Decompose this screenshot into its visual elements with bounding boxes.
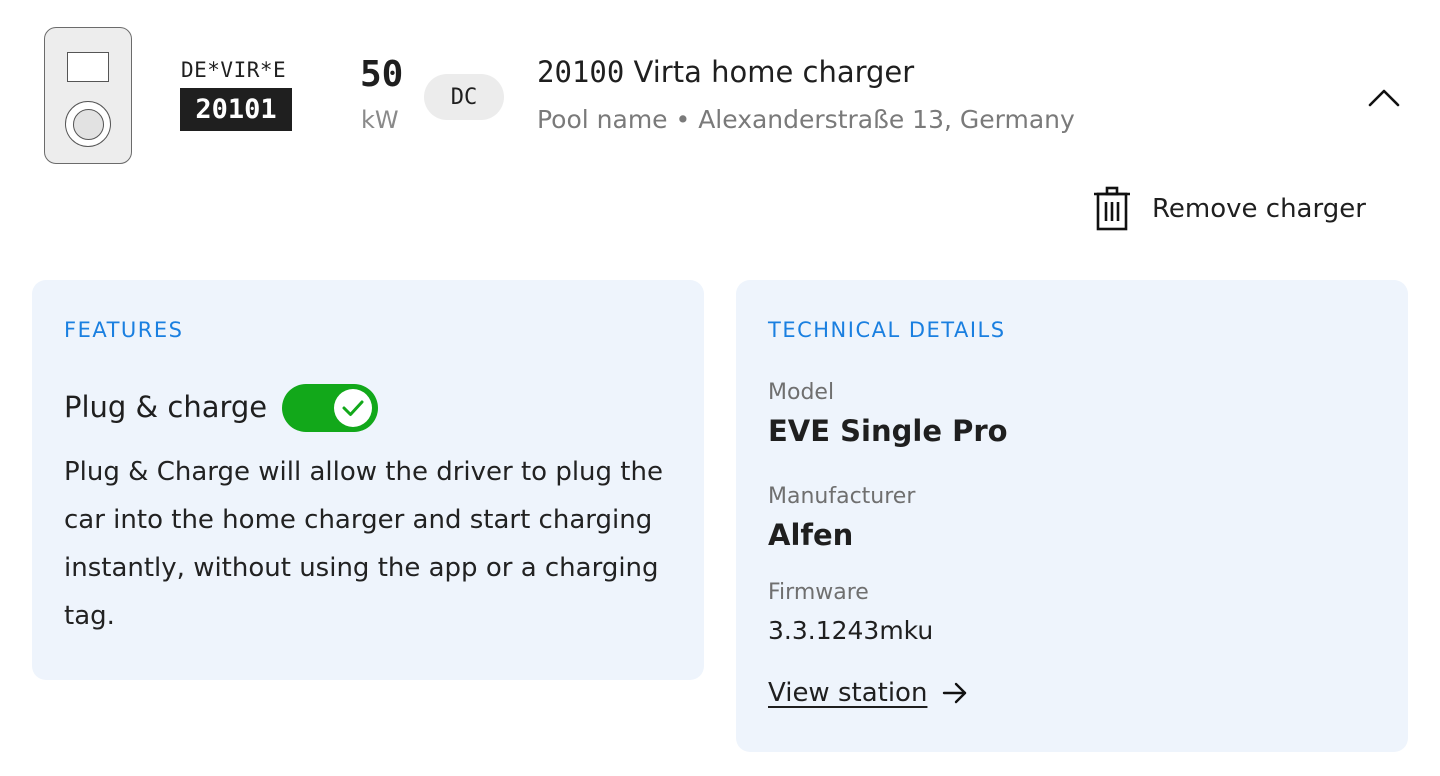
chevron-up-icon — [1368, 89, 1400, 107]
power-unit: kW — [361, 106, 399, 134]
view-station-label: View station — [768, 678, 928, 708]
power-value: 50 — [360, 54, 404, 95]
features-card: FEATURES Plug & charge Plug & Charge wil… — [32, 280, 704, 680]
manufacturer-value: Alfen — [768, 518, 854, 552]
current-type-chip: DC — [424, 74, 504, 120]
arrow-right-icon — [943, 682, 967, 704]
model-value: EVE Single Pro — [768, 414, 1008, 448]
remove-charger-label: Remove charger — [1152, 194, 1366, 224]
technical-details-heading: TECHNICAL DETAILS — [768, 318, 1006, 342]
toggle-knob — [334, 389, 372, 427]
charger-location: Pool name • Alexanderstraße 13, Germany — [537, 105, 1075, 134]
charger-screen — [67, 52, 109, 82]
charger-title-id: 20100 — [537, 55, 625, 89]
technical-details-card: TECHNICAL DETAILS Model EVE Single Pro M… — [736, 280, 1408, 752]
features-heading: FEATURES — [64, 318, 184, 342]
plug-and-charge-label: Plug & charge — [64, 390, 268, 424]
plug-and-charge-description: Plug & Charge will allow the driver to p… — [64, 457, 663, 631]
charger-title-name: Virta home charger — [633, 55, 915, 89]
evse-number-badge: 20101 — [180, 88, 292, 131]
firmware-value: 3.3.1243mku — [768, 616, 934, 645]
model-label: Model — [768, 380, 835, 405]
charger-title: 20100 Virta home charger — [537, 55, 914, 89]
checkmark-icon — [342, 400, 364, 416]
trash-icon — [1094, 186, 1130, 231]
charger-header: DE*VIR*E 20101 50 kW DC 20100 Virta home… — [0, 0, 1440, 180]
view-station-link[interactable]: View station — [768, 678, 969, 708]
plug-and-charge-toggle[interactable] — [282, 384, 378, 432]
firmware-label: Firmware — [768, 580, 869, 605]
evse-prefix: DE*VIR*E — [181, 58, 287, 82]
collapse-button[interactable] — [1364, 78, 1404, 114]
manufacturer-label: Manufacturer — [768, 484, 916, 509]
charger-device-image — [44, 27, 132, 164]
charger-socket — [65, 101, 111, 147]
remove-charger-button[interactable]: Remove charger — [1092, 186, 1366, 232]
